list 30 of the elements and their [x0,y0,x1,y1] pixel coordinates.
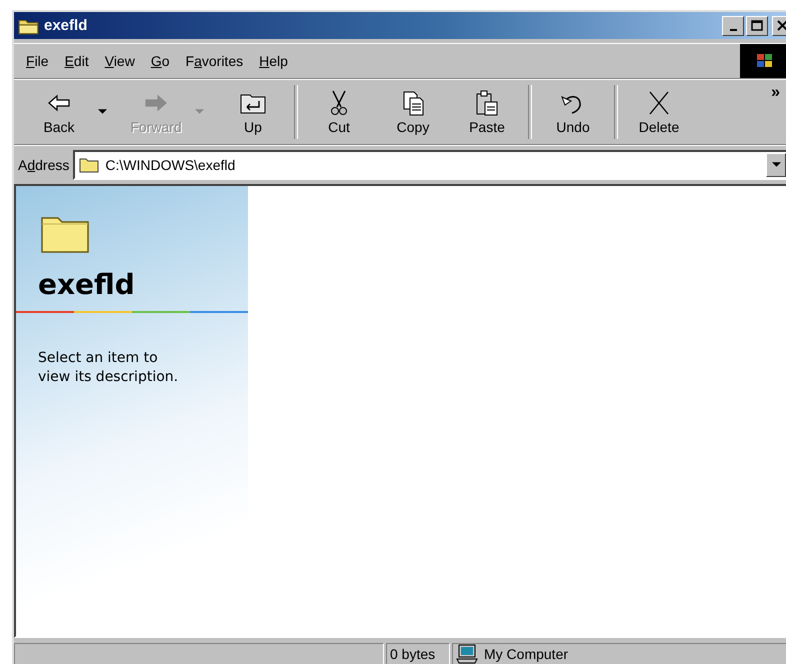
toolbar-button[interactable]: Up [216,89,290,135]
dropdown-button[interactable] [766,153,786,177]
menu-item[interactable]: Favorites [178,53,252,69]
folder-icon [79,157,100,173]
toolbar-button[interactable]: Copy [376,89,450,135]
menu-item[interactable]: File [18,53,57,69]
toolbar-button[interactable]: Paste [450,89,524,135]
menu-item[interactable]: View [96,53,143,69]
windows-logo [740,44,786,78]
minimize-button[interactable] [722,16,744,36]
maximize-icon [749,18,765,32]
toolbar-button[interactable]: Delete [622,89,696,135]
caret-icon [772,162,780,168]
window-title: exefld [44,17,88,34]
menu-item[interactable]: Edit [56,53,97,69]
menu-item[interactable]: Go [142,53,178,69]
toolbar-button[interactable]: Undo [536,89,610,135]
status-size: 0 bytes [386,643,450,664]
status-zone: My Computer [452,643,786,664]
toolbar-button[interactable]: Cut [302,89,376,135]
folder-title: exefld [38,268,136,301]
address-field[interactable]: C:\WINDOWS\exefld [73,150,786,180]
maximize-button[interactable] [746,16,768,36]
caret-icon[interactable] [98,109,107,115]
more-button[interactable]: » [771,84,780,102]
minimize-icon [730,28,736,30]
menu-item[interactable]: Help [251,53,296,69]
address-label: Address [18,157,70,173]
description-text: Select an item to view its description. [38,349,180,387]
toolbar-button[interactable]: Back [22,89,96,135]
